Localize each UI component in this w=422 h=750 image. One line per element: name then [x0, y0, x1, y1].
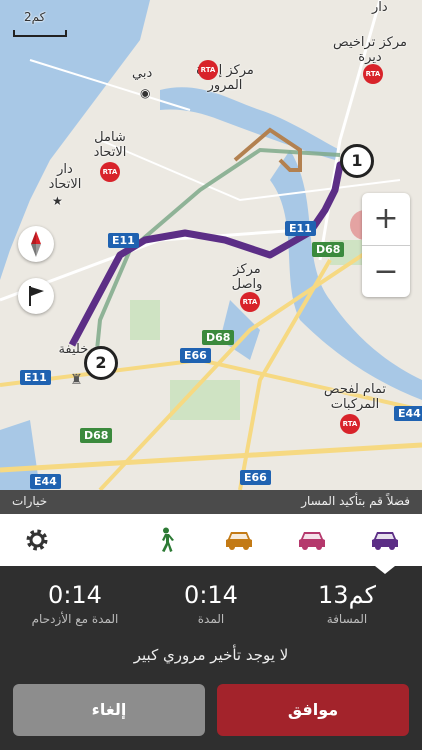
place-top: دار	[372, 0, 388, 15]
flag-button[interactable]	[18, 278, 54, 314]
car-mode-purple-button[interactable]	[352, 514, 418, 566]
flag-icon	[29, 286, 44, 306]
settings-gear-icon	[26, 529, 48, 551]
car-icon	[372, 532, 398, 550]
car-icon	[226, 532, 252, 550]
traffic-notice: لا يوجد تأخير مروري كبير	[133, 646, 289, 664]
place-deira-licensing: مركز تراخيص ديرة	[333, 35, 407, 65]
place-wasl-center: مركز واصل	[231, 262, 263, 292]
compass-icon	[31, 231, 41, 257]
road-shield-e44: E44	[394, 406, 422, 421]
car-mode-pink-button[interactable]	[279, 514, 345, 566]
rta-badge: RTA	[198, 60, 218, 80]
place-dubai: دبي	[132, 66, 153, 81]
road-shield-e11: E11	[108, 233, 139, 248]
landmark-star-icon: ★	[52, 194, 63, 208]
route-summary-panel: 0:14 المدة مع الأزدحام 0:14 المدة 13كم ا…	[0, 566, 422, 750]
distance-stat: 13كم المسافة	[282, 580, 412, 626]
distance-label: المسافة	[326, 612, 368, 626]
road-shield-d68: D68	[80, 428, 113, 443]
options-link[interactable]: خيارات	[12, 494, 47, 508]
route-end-marker[interactable]: 2	[84, 346, 118, 380]
zoom-out-button[interactable]: −	[362, 246, 410, 298]
compass-button[interactable]	[18, 226, 54, 262]
scale-label: 2كم	[24, 10, 46, 24]
map-view[interactable]: 2كم دبي ◉ مركز إدارة المرور مركز تراخيص …	[0, 0, 422, 490]
rta-badge: RTA	[100, 162, 120, 182]
road-shield-e66: E66	[180, 348, 211, 363]
road-shield-d68: D68	[202, 330, 235, 345]
place-union-mall: شامل الاتحاد	[93, 130, 127, 160]
cancel-button[interactable]: إلغاء	[13, 684, 205, 736]
duration-label: المدة	[197, 612, 225, 626]
road-shield-d68: D68	[312, 242, 345, 257]
place-union-house: دار الاتحاد	[48, 162, 82, 192]
settings-button[interactable]	[4, 514, 70, 566]
transport-mode-bar	[0, 514, 422, 567]
options-bar: خيارات فضلاً قم بتأكيد المسار	[0, 490, 422, 514]
traffic-duration-stat: 0:14 المدة مع الأزدحام	[10, 580, 140, 626]
car-mode-orange-button[interactable]	[206, 514, 272, 566]
rta-badge: RTA	[340, 414, 360, 434]
zoom-control: + −	[362, 193, 410, 297]
road-shield-e66: E66	[240, 470, 271, 485]
zoom-in-button[interactable]: +	[362, 193, 410, 245]
tower-icon: ♜	[70, 372, 83, 388]
road-shield-e11: E11	[285, 221, 316, 236]
selected-mode-pointer-icon	[375, 566, 395, 574]
confirm-button[interactable]: موافق	[217, 684, 409, 736]
distance-value: 13كم	[318, 581, 376, 609]
place-vehicle-testing: تمام لفحص المركبات	[323, 382, 387, 412]
duration-stat: 0:14 المدة	[146, 580, 276, 626]
road-shield-e11: E11	[20, 370, 51, 385]
rta-badge: RTA	[363, 64, 383, 84]
traffic-duration-label: المدة مع الأزدحام	[31, 612, 119, 626]
car-icon	[299, 532, 325, 550]
confirm-route-text: فضلاً قم بتأكيد المسار	[301, 494, 410, 508]
walk-mode-button[interactable]	[133, 514, 199, 566]
dubai-pin-icon: ◉	[140, 86, 151, 100]
route-start-marker[interactable]: 1	[340, 144, 374, 178]
walking-person-icon	[162, 527, 174, 552]
road-shield-e44: E44	[30, 474, 61, 489]
rta-badge: RTA	[240, 292, 260, 312]
traffic-duration-value: 0:14	[48, 581, 102, 609]
duration-value: 0:14	[184, 581, 238, 609]
